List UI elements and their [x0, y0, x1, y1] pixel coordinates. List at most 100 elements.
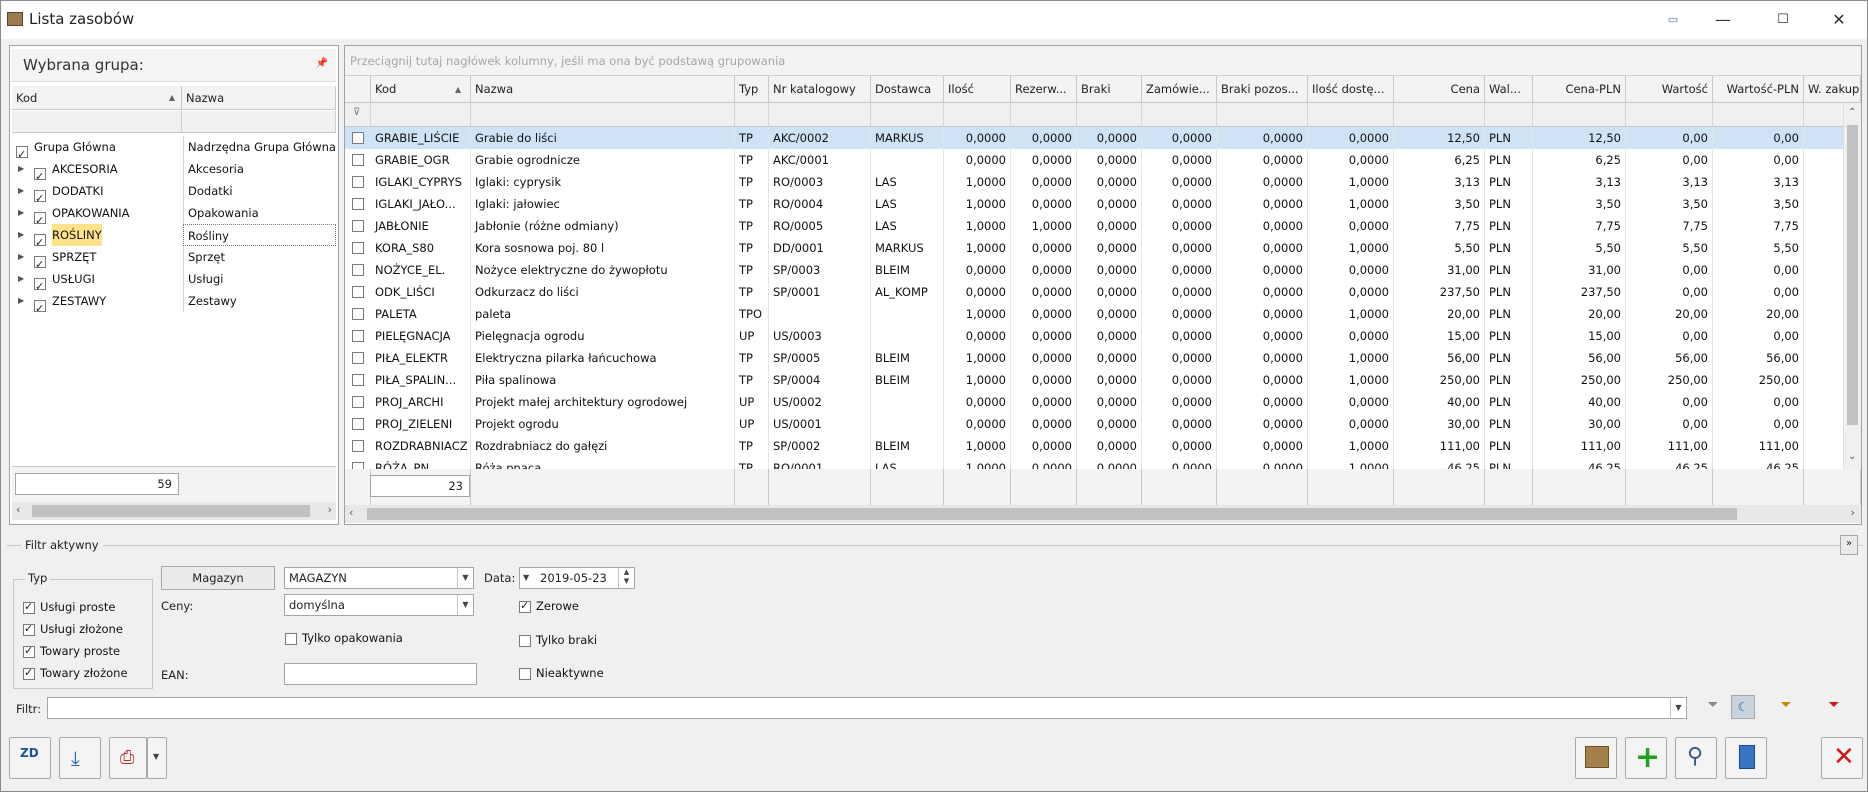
- print-button[interactable]: ⎙: [109, 737, 147, 779]
- expand-arrow-icon[interactable]: ▶: [18, 158, 24, 180]
- inactive-checkbox[interactable]: Nieaktywne: [519, 666, 604, 680]
- prices-select[interactable]: domyślna ▼: [284, 594, 474, 616]
- row-checkbox[interactable]: [352, 154, 364, 166]
- grid-col-header[interactable]: Cena-PLN: [1533, 76, 1626, 103]
- filter-history-icon[interactable]: ▼: [1670, 698, 1686, 718]
- grid-col-header[interactable]: Ilość: [944, 76, 1011, 103]
- row-checkbox[interactable]: [352, 308, 364, 320]
- row-checkbox[interactable]: [352, 462, 364, 469]
- group-filter-name[interactable]: [182, 111, 336, 133]
- type-checkbox-box[interactable]: [23, 622, 35, 636]
- grid-filter-cell[interactable]: [1011, 103, 1077, 127]
- grid-col-header[interactable]: Zamówie...: [1142, 76, 1217, 103]
- grid-col-header[interactable]: Rezerw...: [1011, 76, 1077, 103]
- grid-col-header[interactable]: W. zakup: [1804, 76, 1861, 103]
- group-checkbox[interactable]: [34, 298, 46, 320]
- scroll-down-icon[interactable]: ⌄: [1848, 451, 1856, 462]
- type-checkbox[interactable]: Towary złożone: [23, 666, 128, 680]
- table-row[interactable]: JABŁONIE Jabłonie (różne odmiany) TP RO/000…: [345, 215, 1843, 237]
- table-row[interactable]: PALETA paleta TPO 1,0000 0,0000 0,0000 0,0000 0…: [345, 303, 1843, 325]
- grid-filter-cell[interactable]: [1713, 103, 1804, 127]
- group-hscroll-thumb[interactable]: [32, 505, 310, 517]
- table-row[interactable]: PIŁA_SPALIN... Piła spalinowa TP SP/0004 BLE…: [345, 369, 1843, 391]
- funnel-icon[interactable]: ⏷: [1701, 697, 1725, 719]
- grid-filter-cell[interactable]: [1533, 103, 1626, 127]
- group-checkbox[interactable]: [34, 188, 46, 210]
- date-dropdown-icon[interactable]: ▼: [523, 568, 529, 588]
- only-packaging-box[interactable]: [285, 632, 297, 645]
- resources-button[interactable]: [1575, 737, 1617, 779]
- grid-col-header[interactable]: Dostawca: [871, 76, 944, 103]
- warehouse-button[interactable]: Magazyn: [161, 566, 275, 590]
- only-shortages-box[interactable]: [519, 634, 531, 647]
- row-checkbox[interactable]: [352, 132, 364, 144]
- advanced-filter-icon[interactable]: ☾: [1731, 695, 1755, 719]
- type-checkbox[interactable]: Towary proste: [23, 644, 120, 658]
- construct-filter-icon[interactable]: ⏷: [1773, 697, 1799, 719]
- date-picker[interactable]: ▼ 2019-05-23 ▲ ▼: [519, 567, 635, 589]
- group-checkbox[interactable]: [34, 276, 46, 298]
- zero-box[interactable]: [519, 599, 531, 613]
- collapse-filter-button[interactable]: »: [1840, 535, 1858, 555]
- row-checkbox[interactable]: [352, 286, 364, 298]
- table-row[interactable]: KORA_S80 Kora sosnowa poj. 80 l TP DD/0001 M…: [345, 237, 1843, 259]
- table-row[interactable]: RÓŻA_PN Róża pnąca TP RO/0001 LAS 1,0000 0,000…: [345, 457, 1843, 469]
- grid-hscrollbar[interactable]: ‹ ›: [345, 505, 1861, 523]
- ean-input[interactable]: [284, 663, 477, 685]
- type-checkbox-box[interactable]: [23, 600, 35, 614]
- only-packaging-checkbox[interactable]: Tylko opakowania: [285, 631, 403, 645]
- grid-filter-cell[interactable]: [1077, 103, 1142, 127]
- group-tree-row[interactable]: ▶ SPRZĘT Sprzęt: [12, 246, 336, 276]
- grid-col-header[interactable]: Wartość: [1626, 76, 1713, 103]
- grid-col-header[interactable]: Ilość dostę...: [1308, 76, 1394, 103]
- group-tree-row[interactable]: ▶ ZESTAWY Zestawy: [12, 290, 336, 320]
- grid-filter-cell[interactable]: [471, 103, 735, 127]
- grid-hscroll-thumb[interactable]: [367, 508, 1737, 520]
- group-tree-row[interactable]: ▶ OPAKOWANIA Opakowania: [12, 202, 336, 232]
- grid-col-header[interactable]: Nr katalogowy: [769, 76, 871, 103]
- group-tree-row[interactable]: ▶ DODATKI Dodatki: [12, 180, 336, 210]
- grid-filter-cell[interactable]: [1142, 103, 1217, 127]
- grid-filter-cell[interactable]: [735, 103, 769, 127]
- row-checkbox[interactable]: [352, 242, 364, 254]
- grid-scroll-left-icon[interactable]: ‹: [349, 506, 353, 519]
- group-col-code[interactable]: Kod ▲: [12, 86, 182, 110]
- edit-button[interactable]: ⚲: [1675, 737, 1717, 779]
- type-checkbox-box[interactable]: [23, 644, 35, 658]
- type-checkbox[interactable]: Usługi złożone: [23, 622, 123, 636]
- grid-filter-cell[interactable]: [1308, 103, 1394, 127]
- table-row[interactable]: IGLAKI_CYPRYS Iglaki: cyprysik TP RO/0003 LA…: [345, 171, 1843, 193]
- row-checkbox[interactable]: [352, 352, 364, 364]
- group-by-area[interactable]: Przeciągnij tutaj nagłówek kolumny, jeśl…: [345, 46, 1861, 76]
- grid-filter-cell[interactable]: [1626, 103, 1713, 127]
- scroll-up-icon[interactable]: ⌃: [1848, 107, 1856, 118]
- grid-vscroll-thumb[interactable]: [1847, 125, 1858, 425]
- zero-checkbox[interactable]: Zerowe: [519, 599, 579, 613]
- table-row[interactable]: IGLAKI_JAŁO... Iglaki: jałowiec TP RO/0004 L…: [345, 193, 1843, 215]
- table-row[interactable]: PIŁA_ELEKTR Elektryczna pilarka łańcuchow…: [345, 347, 1843, 369]
- grid-col-header[interactable]: Braki pozos...: [1217, 76, 1308, 103]
- grid-filter-cell[interactable]: [944, 103, 1011, 127]
- grid-col-header[interactable]: Wal...: [1485, 76, 1533, 103]
- table-row[interactable]: ODK_LIŚCI Odkurzacz do liści TP SP/0001 AL_K…: [345, 281, 1843, 303]
- grid-vscrollbar[interactable]: ⌃ ⌄: [1843, 103, 1861, 469]
- expand-arrow-icon[interactable]: ▶: [18, 246, 24, 268]
- date-spinner-icon[interactable]: ▲ ▼: [618, 568, 634, 588]
- row-checkbox[interactable]: [352, 330, 364, 342]
- grid-col-header[interactable]: Nazwa: [471, 76, 735, 103]
- warehouse-select[interactable]: MAGAZYN ▼: [284, 567, 474, 589]
- expand-arrow-icon[interactable]: ▶: [18, 180, 24, 202]
- table-row[interactable]: PIELĘGNACJA Pielęgnacja ogrodu UP US/0003 0,…: [345, 325, 1843, 347]
- group-tree-row[interactable]: ▶ AKCESORIA Akcesoria: [12, 158, 336, 188]
- group-filter-code[interactable]: [12, 111, 182, 133]
- close-window-button[interactable]: ✕: [1819, 7, 1859, 33]
- expand-arrow-icon[interactable]: ▶: [18, 224, 24, 246]
- grid-filter-cell[interactable]: [371, 103, 471, 127]
- grid-col-header[interactable]: Braki: [1077, 76, 1142, 103]
- group-checkbox[interactable]: [34, 210, 46, 232]
- row-checkbox[interactable]: [352, 396, 364, 408]
- print-options-button[interactable]: ▼: [147, 737, 167, 779]
- group-col-name[interactable]: Nazwa: [182, 86, 336, 110]
- row-checkbox[interactable]: [352, 264, 364, 276]
- minimize-button[interactable]: —: [1703, 7, 1743, 33]
